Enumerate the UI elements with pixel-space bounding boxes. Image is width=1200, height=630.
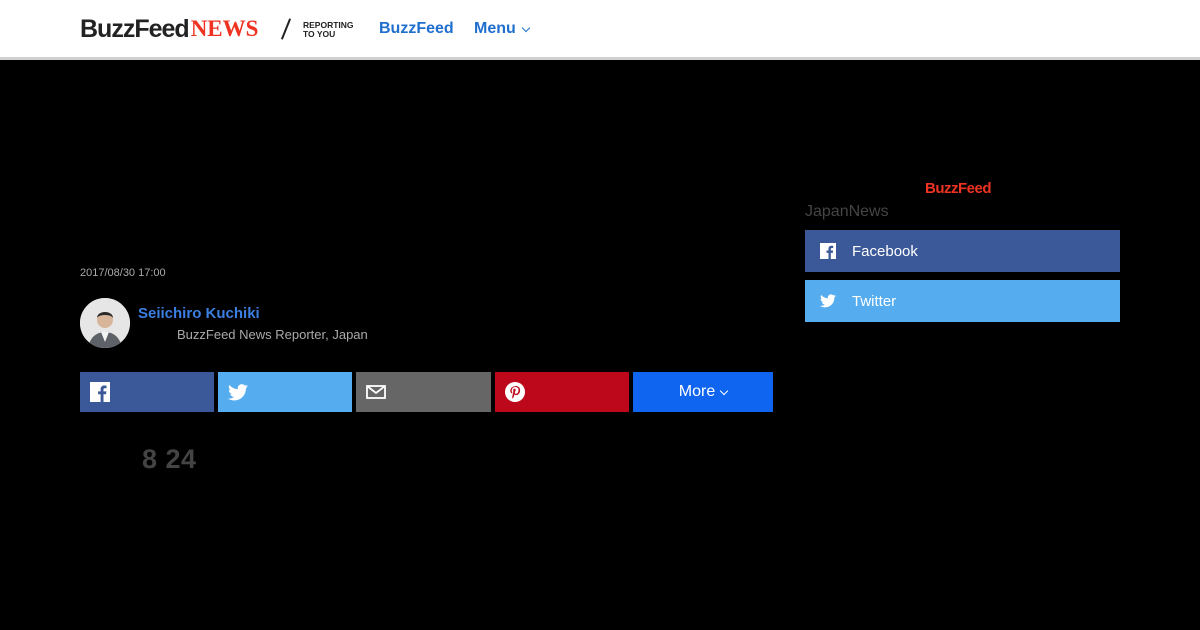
sidebar-twitter-label: Twitter (852, 292, 897, 310)
logo-tagline: REPORTING TO YOU (303, 21, 363, 39)
facebook-icon (90, 382, 110, 402)
twitter-icon (228, 382, 248, 402)
logo-buzzfeed-text: BuzzFeed (80, 14, 190, 43)
logo-slash (280, 18, 292, 40)
site-header: BuzzFeed NEWS REPORTING TO YOU BuzzFeed … (0, 0, 1200, 60)
nav-menu-button[interactable]: Menu (474, 20, 531, 38)
author-name-link[interactable]: Seiichiro Kuchiki (138, 305, 260, 322)
sidebar-buzzfeed-logo: BuzzFeed (925, 180, 992, 197)
share-pinterest-button[interactable] (495, 372, 629, 412)
tagline-line2: TO YOU (303, 29, 336, 39)
author-title: BuzzFeed News Reporter, Japan (177, 327, 368, 342)
avatar-image (80, 298, 130, 348)
sidebar-label: JapanNews (805, 203, 889, 220)
sidebar-facebook-button[interactable]: Facebook (805, 230, 1120, 272)
chevron-down-icon (719, 386, 729, 395)
buzzfeed-news-logo[interactable]: BuzzFeed NEWS REPORTING TO YOU (80, 14, 354, 43)
share-twitter-button[interactable] (218, 372, 352, 412)
avatar[interactable] (80, 298, 130, 348)
twitter-icon (819, 292, 837, 310)
mail-icon (366, 382, 386, 402)
facebook-icon (819, 242, 837, 260)
share-more-label: More (678, 383, 716, 400)
nav-menu-label: Menu (474, 20, 516, 37)
logo-news-text: NEWS (190, 16, 259, 41)
article-timestamp: 2017/08/30 17:00 (80, 267, 166, 279)
sidebar-facebook-label: Facebook (852, 242, 918, 260)
share-facebook-button[interactable] (80, 372, 214, 412)
share-email-button[interactable] (356, 372, 491, 412)
sidebar-twitter-button[interactable]: Twitter (805, 280, 1120, 322)
share-more-button[interactable]: More (633, 372, 773, 412)
chevron-down-icon (521, 23, 531, 32)
nav-buzzfeed-link[interactable]: BuzzFeed (379, 20, 454, 38)
article-date-large: 8 24 (142, 444, 197, 474)
pinterest-icon (505, 382, 525, 402)
